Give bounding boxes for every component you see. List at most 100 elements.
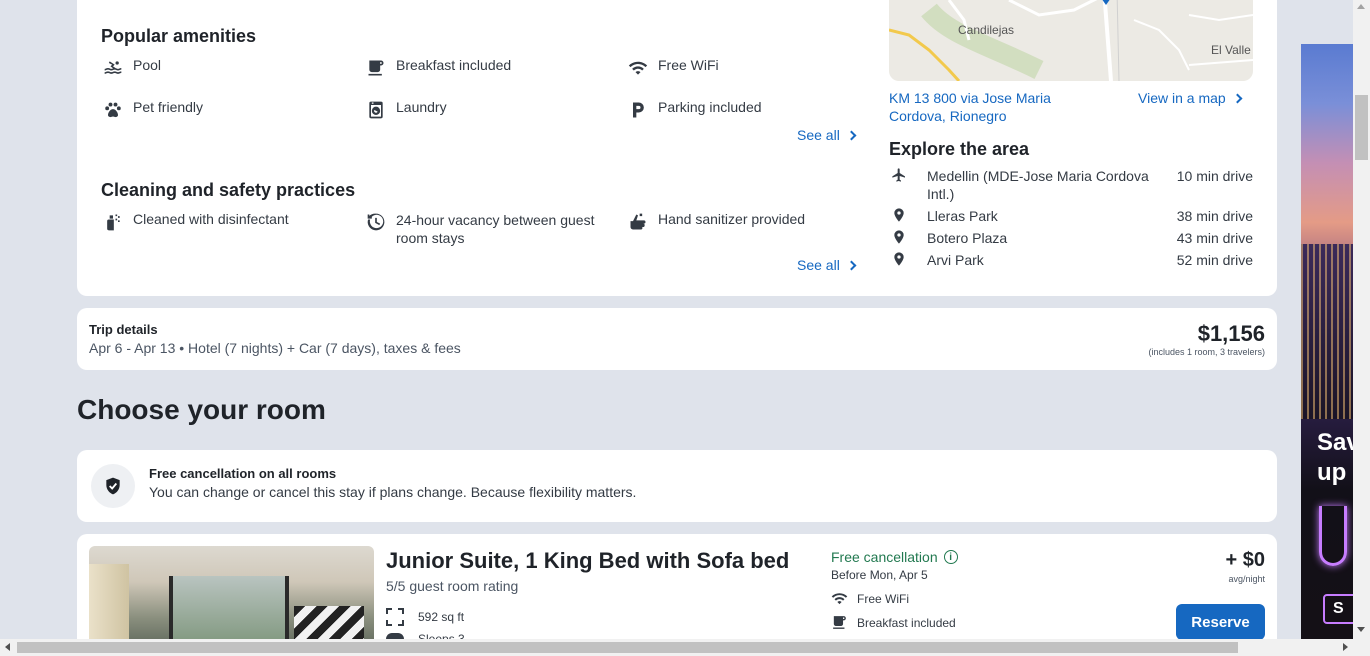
spray-icon (101, 211, 125, 233)
plane-icon (889, 167, 927, 203)
explore-place-item: Arvi Park 52 min drive (889, 251, 1253, 270)
view-map-label: View in a map (1138, 90, 1226, 106)
cleaning-item-sanitizer: Hand sanitizer provided (626, 211, 805, 233)
laundry-icon (364, 99, 388, 121)
parking-icon (626, 99, 650, 121)
amenity-laundry: Laundry (364, 99, 447, 121)
hand-icon (626, 211, 650, 233)
scroll-down-arrow[interactable] (1357, 627, 1365, 632)
amenities-see-all-link[interactable]: See all (797, 127, 857, 143)
breakfast-icon (364, 57, 388, 79)
breakfast-icon (833, 616, 846, 629)
cleaning-see-all-link[interactable]: See all (797, 257, 857, 273)
amenity-pet: Pet friendly (101, 99, 203, 121)
floor-plan-icon (386, 608, 404, 626)
wifi-icon (626, 57, 650, 79)
chevron-right-icon (846, 130, 857, 141)
room-price: + $0 (1225, 549, 1265, 571)
clock-icon (364, 211, 388, 233)
chevron-right-icon (846, 260, 857, 271)
explore-place-item: Medellin (MDE-Jose Maria Cordova Intl.) … (889, 167, 1253, 203)
trip-price-note: (includes 1 room, 3 travelers) (1148, 347, 1265, 357)
amenity-pool: Pool (101, 57, 161, 79)
side-advertisement[interactable]: Sav up S (1301, 44, 1353, 639)
horizontal-scrollbar[interactable] (0, 639, 1370, 656)
info-icon[interactable]: i (943, 550, 958, 564)
map-thumbnail[interactable]: Candilejas El Valle (889, 0, 1253, 81)
room-size: 592 sq ft (386, 608, 464, 626)
ad-cta-button[interactable]: S (1323, 594, 1353, 624)
location-pin-icon (889, 251, 927, 270)
reserve-button[interactable]: Reserve (1176, 604, 1265, 640)
cancellation-text: You can change or cancel this stay if pl… (149, 484, 637, 500)
free-cancellation-label: Free cancellation (831, 549, 938, 565)
room-price-unit: avg/night (1228, 574, 1265, 584)
room-wifi: Free WiFi (831, 590, 909, 607)
hotel-address-link[interactable]: KM 13 800 via Jose Maria Cordova, Rioneg… (889, 89, 1089, 125)
location-pin-icon (889, 207, 927, 226)
see-all-label: See all (797, 127, 840, 143)
room-rating: 5/5 guest room rating (386, 578, 519, 594)
trip-summary: Apr 6 - Apr 13 • Hotel (7 nights) + Car … (89, 340, 461, 356)
trip-details-card: Trip details Apr 6 - Apr 13 • Hotel (7 n… (77, 308, 1277, 370)
drive-time: 10 min drive (1176, 168, 1253, 184)
paw-icon (101, 99, 125, 121)
map-roads (889, 0, 1253, 81)
room-card: Junior Suite, 1 King Bed with Sofa bed 5… (77, 534, 1277, 656)
room-breakfast-label: Breakfast included (857, 615, 956, 630)
cancellation-title: Free cancellation on all rooms (149, 466, 337, 481)
amenity-label: Breakfast included (396, 57, 512, 73)
amenity-label: Parking included (658, 99, 762, 115)
room-breakfast: Breakfast included (831, 614, 956, 631)
amenities-title: Popular amenities (101, 26, 257, 46)
amenity-label: Free WiFi (658, 57, 719, 73)
drive-time: 43 min drive (1176, 230, 1253, 246)
chevron-right-icon (1232, 93, 1243, 104)
cleaning-label: Cleaned with disinfectant (133, 211, 289, 227)
cancel-before-date: Before Mon, Apr 5 (831, 568, 928, 582)
ad-headline: Sav (1317, 429, 1353, 456)
explore-place-item: Lleras Park 38 min drive (889, 207, 1253, 226)
see-all-label: See all (797, 257, 840, 273)
room-size-label: 592 sq ft (418, 610, 465, 624)
place-name: Botero Plaza (927, 230, 1008, 246)
shield-icon (91, 464, 135, 508)
location-pin-icon (889, 229, 927, 248)
amenity-label: Pool (133, 57, 162, 73)
amenity-label: Pet friendly (133, 99, 204, 115)
trip-total-price: $1,156 (1197, 321, 1265, 346)
place-name: Arvi Park (927, 252, 984, 268)
amenity-wifi: Free WiFi (626, 57, 719, 79)
scroll-up-arrow[interactable] (1357, 4, 1365, 9)
scroll-left-arrow[interactable] (5, 643, 10, 651)
amenity-parking: Parking included (626, 99, 762, 121)
cleaning-item-disinfectant: Cleaned with disinfectant (101, 211, 289, 233)
pool-icon (101, 57, 125, 79)
place-name: Medellin (MDE-Jose Maria Cordova Intl.) (927, 168, 1149, 202)
scroll-right-arrow[interactable] (1343, 643, 1348, 651)
explore-place-item: Botero Plaza 43 min drive (889, 229, 1253, 248)
drive-time: 38 min drive (1176, 208, 1253, 224)
vertical-scrollbar-thumb[interactable] (1355, 95, 1368, 160)
amenity-breakfast: Breakfast included (364, 57, 511, 79)
wifi-icon (831, 593, 848, 605)
vertical-scrollbar[interactable] (1353, 0, 1370, 639)
cleaning-item-vacancy: 24-hour vacancy between guest room stays (364, 211, 604, 247)
ad-city-lights (1301, 244, 1353, 419)
drive-time: 52 min drive (1176, 252, 1253, 268)
explore-title: Explore the area (889, 139, 1030, 159)
place-name: Lleras Park (927, 208, 998, 224)
room-name[interactable]: Junior Suite, 1 King Bed with Sofa bed (386, 548, 789, 574)
ad-neon-letter (1319, 506, 1347, 566)
trip-details-title: Trip details (89, 322, 158, 337)
free-cancellation-banner: Free cancellation on all rooms You can c… (77, 450, 1277, 522)
cleaning-label: Hand sanitizer provided (658, 211, 806, 227)
cleaning-label: 24-hour vacancy between guest room stays (396, 212, 595, 246)
cleaning-title: Cleaning and safety practices (101, 180, 356, 200)
room-wifi-label: Free WiFi (857, 591, 909, 606)
map-town-label: Candilejas (958, 23, 1015, 37)
ad-subline: up (1317, 459, 1347, 486)
room-free-cancellation: Free cancellation i (831, 549, 958, 565)
horizontal-scrollbar-thumb[interactable] (17, 642, 1238, 653)
view-in-map-link[interactable]: View in a map (1138, 90, 1243, 106)
